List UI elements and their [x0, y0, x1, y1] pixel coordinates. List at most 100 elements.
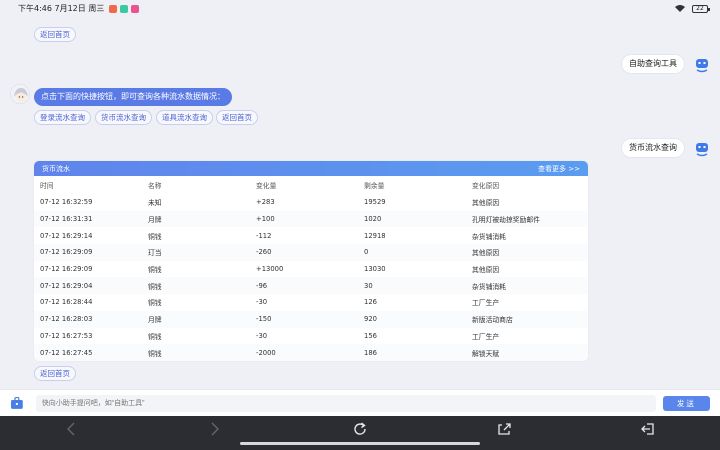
send-button[interactable]: 发送	[662, 395, 710, 411]
app-notification-icon	[109, 4, 118, 13]
back-arrow-icon[interactable]	[64, 421, 80, 437]
assistant-girl-icon	[11, 85, 29, 103]
bot-message: 点击下面的快捷按钮，即可查询各种流水数据情况：	[34, 88, 232, 106]
currency-log-table: 时间 名称 变化量 剩余量 变化原因 07-12 16:32:59 未知 +283 1…	[34, 176, 588, 361]
user-avatar	[692, 54, 712, 74]
input-bar: 发送	[0, 389, 720, 416]
message-input[interactable]	[35, 394, 656, 412]
cell-remaining: 1020	[358, 210, 466, 228]
app-notification-icon	[120, 4, 129, 13]
toolbox-icon[interactable]	[10, 396, 24, 410]
cell-time: 07-12 16:29:14	[40, 231, 93, 240]
wifi-icon	[675, 5, 685, 12]
battery-icon: 22	[692, 4, 710, 13]
status-bar: 下午4:46 7月12日 周三 22	[0, 0, 720, 17]
cell-reason: 其他原因	[466, 244, 588, 261]
table-row: 07-12 16:31:31 月牌 +100 1020 孔明灯被劫掠奖励邮件	[34, 210, 588, 228]
cell-reason: 新版活动商店	[466, 310, 588, 328]
back-home-button[interactable]: 返回首页	[216, 110, 258, 125]
cell-change: +100	[250, 210, 358, 228]
cell-time: 07-12 16:29:04	[34, 277, 142, 295]
currency-log-query-button[interactable]: 货币流水查询	[95, 110, 152, 125]
card-header: 货币流水 查看更多 >>	[34, 161, 588, 176]
cell-name: 铜钱	[148, 332, 162, 341]
cell-remaining: 0	[358, 244, 466, 261]
exit-icon[interactable]	[640, 421, 656, 437]
cell-time: 07-12 16:27:53	[40, 331, 93, 340]
cell-time: 07-12 16:29:09	[34, 244, 142, 261]
column-header-time: 时间	[40, 182, 54, 190]
cell-time: 07-12 16:32:59	[40, 198, 93, 207]
cell-change: -150	[250, 310, 358, 328]
login-log-query-button[interactable]: 登录流水查询	[34, 110, 91, 125]
battery-level: 22	[696, 4, 704, 12]
table-row: 07-12 16:32:59 未知 +283 19529 其他原因	[34, 194, 588, 211]
refresh-icon[interactable]	[352, 421, 368, 437]
cell-remaining: 13030	[364, 265, 386, 274]
column-header-remaining: 剩余量	[364, 182, 385, 190]
forward-arrow-icon[interactable]	[206, 421, 222, 437]
cell-remaining: 920	[358, 310, 466, 328]
table-row: 07-12 16:28:44 铜钱 -30 126 工厂生产	[34, 294, 588, 311]
cell-time: 07-12 16:29:09	[40, 265, 93, 274]
cell-name: 铜钱	[148, 266, 162, 275]
table-row: 07-12 16:28:03 月牌 -150 920 新版活动商店	[34, 310, 588, 328]
back-home-chip-bottom[interactable]: 返回首页	[34, 366, 76, 381]
table-row: 07-12 16:27:53 铜钱 -30 156 工厂生产	[34, 328, 588, 345]
share-icon[interactable]	[496, 421, 512, 437]
user-avatar	[692, 138, 712, 158]
item-log-query-button[interactable]: 道具流水查询	[156, 110, 213, 125]
cell-name: 铜钱	[142, 277, 250, 295]
user-message-2: 货币流水查询	[621, 138, 685, 158]
table-row: 07-12 16:29:14 铜钱 -112 12918 杂货铺消耗	[34, 227, 588, 244]
table-row: 07-12 16:29:09 玎当 -260 0 其他原因	[34, 244, 588, 261]
cell-reason: 工厂生产	[472, 299, 500, 308]
cell-change: -30	[256, 298, 268, 307]
table-header-row: 时间 名称 变化量 剩余量 变化原因	[34, 176, 588, 194]
chat-area[interactable]: 返回首页 自助查询工具 点击下面的快捷按钮，即可查询各种流水数据情况： 登录流水…	[0, 17, 720, 389]
cell-reason: 其他原因	[472, 199, 500, 208]
currency-log-card: 货币流水 查看更多 >> 时间 名称 变化量 剩余量 变化原因 07-12 16…	[34, 161, 588, 361]
cell-time: 07-12 16:28:44	[40, 298, 93, 307]
cell-name: 铜钱	[148, 232, 162, 241]
status-time: 下午4:46 7月12日 周三	[18, 4, 105, 13]
user-message-1: 自助查询工具	[621, 54, 685, 74]
cell-reason: 工厂生产	[472, 332, 500, 341]
cell-name: 月牌	[142, 210, 250, 228]
cell-reason: 孔明灯被劫掠奖励邮件	[466, 210, 588, 228]
cell-change: +13000	[256, 265, 284, 274]
cell-reason: 杂货铺消耗	[472, 232, 506, 241]
cell-change: +283	[256, 198, 275, 207]
cell-name: 月牌	[142, 310, 250, 328]
cell-remaining: 12918	[364, 231, 386, 240]
view-more-link[interactable]: 查看更多 >>	[538, 164, 580, 174]
cell-reason: 其他原因	[472, 266, 500, 275]
status-app-icons	[109, 4, 140, 13]
cell-reason: 杂货铺消耗	[466, 277, 588, 295]
cell-remaining: 126	[364, 298, 377, 307]
cell-change: -96	[250, 277, 358, 295]
home-indicator[interactable]	[240, 442, 480, 445]
table-row: 07-12 16:27:45 铜钱 -2000 186 解锁天赋	[34, 344, 588, 361]
bot-avatar	[10, 84, 30, 104]
cell-time: 07-12 16:31:31	[34, 210, 142, 228]
card-title: 货币流水	[42, 164, 70, 173]
robot-avatar-icon	[696, 143, 708, 157]
robot-avatar-icon	[696, 59, 708, 73]
cell-change: -112	[256, 231, 272, 240]
cell-name: 玎当	[142, 244, 250, 261]
cell-remaining: 186	[358, 344, 466, 361]
table-row: 07-12 16:29:04 铜钱 -96 30 杂货铺消耗	[34, 277, 588, 295]
cell-time: 07-12 16:27:45	[34, 344, 142, 361]
cell-reason: 解锁天赋	[466, 344, 588, 361]
app-notification-icon	[131, 4, 140, 13]
table-row: 07-12 16:29:09 铜钱 +13000 13030 其他原因	[34, 261, 588, 278]
cell-name: 未知	[148, 199, 162, 208]
cell-remaining: 19529	[364, 198, 386, 207]
table-body: 07-12 16:32:59 未知 +283 19529 其他原因 07-12 16:31…	[34, 194, 588, 361]
cell-change: -30	[256, 331, 268, 340]
back-home-chip-top[interactable]: 返回首页	[34, 27, 76, 42]
cell-remaining: 156	[364, 331, 377, 340]
column-header-change: 变化量	[256, 182, 277, 190]
column-header-name: 名称	[148, 182, 162, 190]
